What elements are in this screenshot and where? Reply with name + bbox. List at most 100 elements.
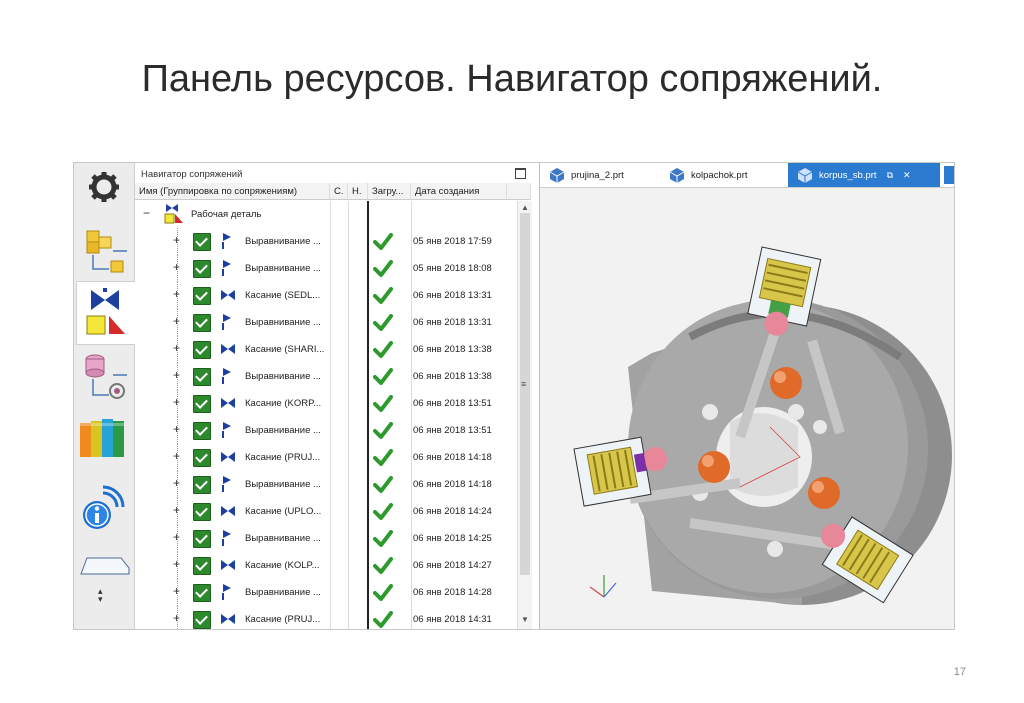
creation-date: 06 янв 2018 14:18	[413, 479, 492, 490]
constraint-row[interactable]: + Выравнивание ... 06 янв 2018 13:31	[135, 309, 517, 336]
vertical-scrollbar[interactable]: ▲ ≡ ▼	[517, 201, 532, 629]
expand-icon[interactable]: +	[173, 423, 182, 435]
column-header-c[interactable]: С.	[330, 183, 348, 200]
constraint-row[interactable]: + Выравнивание ... 06 янв 2018 14:18	[135, 471, 517, 498]
reuse-library-icon[interactable]	[76, 413, 132, 463]
constraint-row[interactable]: + Касание (PRUJ... 06 янв 2018 14:18	[135, 444, 517, 471]
expand-icon[interactable]: +	[173, 612, 182, 624]
creation-date: 06 янв 2018 14:18	[413, 452, 492, 463]
constraint-checkbox[interactable]	[193, 476, 211, 494]
constraint-row[interactable]: + Касание (PRUJ... 06 янв 2018 14:31	[135, 606, 517, 629]
constraint-navigator-icon[interactable]	[76, 281, 135, 345]
expand-icon[interactable]: +	[173, 504, 182, 516]
maximize-icon[interactable]	[515, 168, 526, 179]
align-constraint-icon	[221, 476, 233, 492]
loaded-check-icon	[373, 231, 393, 251]
constraint-row[interactable]: + Касание (UPLO... 06 янв 2018 14:24	[135, 498, 517, 525]
constraint-name: Касание (SHARI...	[245, 344, 325, 355]
constraint-row[interactable]: + Выравнивание ... 06 янв 2018 13:38	[135, 363, 517, 390]
assembly-navigator-icon[interactable]	[76, 223, 132, 277]
constraint-checkbox[interactable]	[193, 449, 211, 467]
constraint-name: Выравнивание ...	[245, 533, 321, 544]
tab-prujina[interactable]: prujina_2.prt	[544, 163, 658, 187]
constraint-row[interactable]: + Касание (KOLP... 06 янв 2018 14:27	[135, 552, 517, 579]
align-constraint-icon	[221, 233, 233, 249]
expand-icon[interactable]: +	[173, 342, 182, 354]
constraint-checkbox[interactable]	[193, 314, 211, 332]
constraint-checkbox[interactable]	[193, 395, 211, 413]
graphics-window[interactable]: prujina_2.prt kolpachok.prt korpus_sb.pr…	[540, 163, 954, 629]
slide-title: Панель ресурсов. Навигатор сопряжений.	[141, 58, 883, 100]
expand-icon[interactable]: +	[173, 558, 182, 570]
info-icon[interactable]	[76, 479, 132, 535]
tab-overflow[interactable]	[944, 166, 954, 184]
touch-constraint-icon	[221, 611, 235, 627]
constraint-checkbox[interactable]	[193, 287, 211, 305]
creation-date: 06 янв 2018 14:31	[413, 614, 492, 625]
constraint-checkbox[interactable]	[193, 584, 211, 602]
more-arrows[interactable]: ▴ ▾	[98, 587, 103, 604]
touch-constraint-icon	[221, 341, 235, 357]
align-constraint-icon	[221, 260, 233, 276]
expand-icon[interactable]: +	[173, 585, 182, 597]
align-constraint-icon	[221, 584, 233, 600]
nx-screenshot: ▴ ▾ Навигатор сопряжений Имя (Группировка…	[73, 162, 955, 630]
tab-label: korpus_sb.prt	[819, 169, 877, 181]
expand-icon[interactable]: +	[173, 369, 182, 381]
expand-icon[interactable]: +	[173, 477, 182, 489]
constraint-row[interactable]: + Выравнивание ... 06 янв 2018 14:25	[135, 525, 517, 552]
expand-icon[interactable]: +	[173, 315, 182, 327]
creation-date: 06 янв 2018 13:31	[413, 290, 492, 301]
expand-icon[interactable]: +	[173, 234, 182, 246]
constraint-name: Касание (SEDL...	[245, 290, 321, 301]
loaded-check-icon	[373, 474, 393, 494]
scroll-down-icon[interactable]: ▼	[521, 615, 529, 624]
creation-date: 05 янв 2018 17:59	[413, 236, 492, 247]
constraint-checkbox[interactable]	[193, 341, 211, 359]
constraint-row[interactable]: + Выравнивание ... 06 янв 2018 13:51	[135, 417, 517, 444]
constraint-checkbox[interactable]	[193, 260, 211, 278]
part-navigator-icon[interactable]	[76, 349, 132, 403]
pin-icon[interactable]: ⧉	[887, 170, 893, 181]
constraint-checkbox[interactable]	[193, 368, 211, 386]
close-icon[interactable]: ✕	[903, 170, 911, 181]
expand-icon[interactable]: +	[173, 261, 182, 273]
touch-constraint-icon	[221, 557, 235, 573]
part-file-icon	[669, 168, 685, 183]
constraint-row[interactable]: + Выравнивание ... 05 янв 2018 18:08	[135, 255, 517, 282]
tab-korpus-active[interactable]: korpus_sb.prt ⧉ ✕	[788, 163, 940, 187]
creation-date: 06 янв 2018 14:28	[413, 587, 492, 598]
gear-icon[interactable]	[76, 169, 132, 205]
constraint-row[interactable]: + Выравнивание ... 05 янв 2018 17:59	[135, 228, 517, 255]
constraint-name: Касание (PRUJ...	[245, 614, 321, 625]
column-header-n[interactable]: Н.	[348, 183, 368, 200]
collapse-icon[interactable]: −	[143, 207, 152, 219]
tree-root-row[interactable]: − Рабочая деталь	[135, 201, 517, 228]
constraint-row[interactable]: + Касание (KORP... 06 янв 2018 13:51	[135, 390, 517, 417]
expand-icon[interactable]: +	[173, 396, 182, 408]
column-header-name[interactable]: Имя (Группировка по сопряжениям)	[135, 183, 330, 200]
constraint-checkbox[interactable]	[193, 530, 211, 548]
part-file-icon	[549, 168, 565, 183]
column-header-loaded[interactable]: Загру...	[368, 183, 411, 200]
chuck-3d-model[interactable]	[540, 187, 954, 629]
constraint-checkbox[interactable]	[193, 422, 211, 440]
constraint-checkbox[interactable]	[193, 233, 211, 251]
constraint-row[interactable]: + Касание (SHARI... 06 янв 2018 13:38	[135, 336, 517, 363]
tab-kolpachok[interactable]: kolpachok.prt	[668, 163, 778, 187]
scrollbar-thumb[interactable]	[520, 213, 530, 575]
constraint-row[interactable]: + Касание (SEDL... 06 янв 2018 13:31	[135, 282, 517, 309]
constraint-checkbox[interactable]	[193, 611, 211, 629]
constraint-checkbox[interactable]	[193, 503, 211, 521]
roles-icon[interactable]	[76, 549, 132, 581]
align-constraint-icon	[221, 422, 233, 438]
creation-date: 06 янв 2018 13:38	[413, 344, 492, 355]
expand-icon[interactable]: +	[173, 288, 182, 300]
creation-date: 06 янв 2018 14:24	[413, 506, 492, 517]
expand-icon[interactable]: +	[173, 450, 182, 462]
expand-icon[interactable]: +	[173, 531, 182, 543]
constraint-row[interactable]: + Выравнивание ... 06 янв 2018 14:28	[135, 579, 517, 606]
scroll-up-icon[interactable]: ▲	[521, 203, 529, 212]
constraint-checkbox[interactable]	[193, 557, 211, 575]
column-header-date[interactable]: Дата создания	[411, 183, 507, 200]
